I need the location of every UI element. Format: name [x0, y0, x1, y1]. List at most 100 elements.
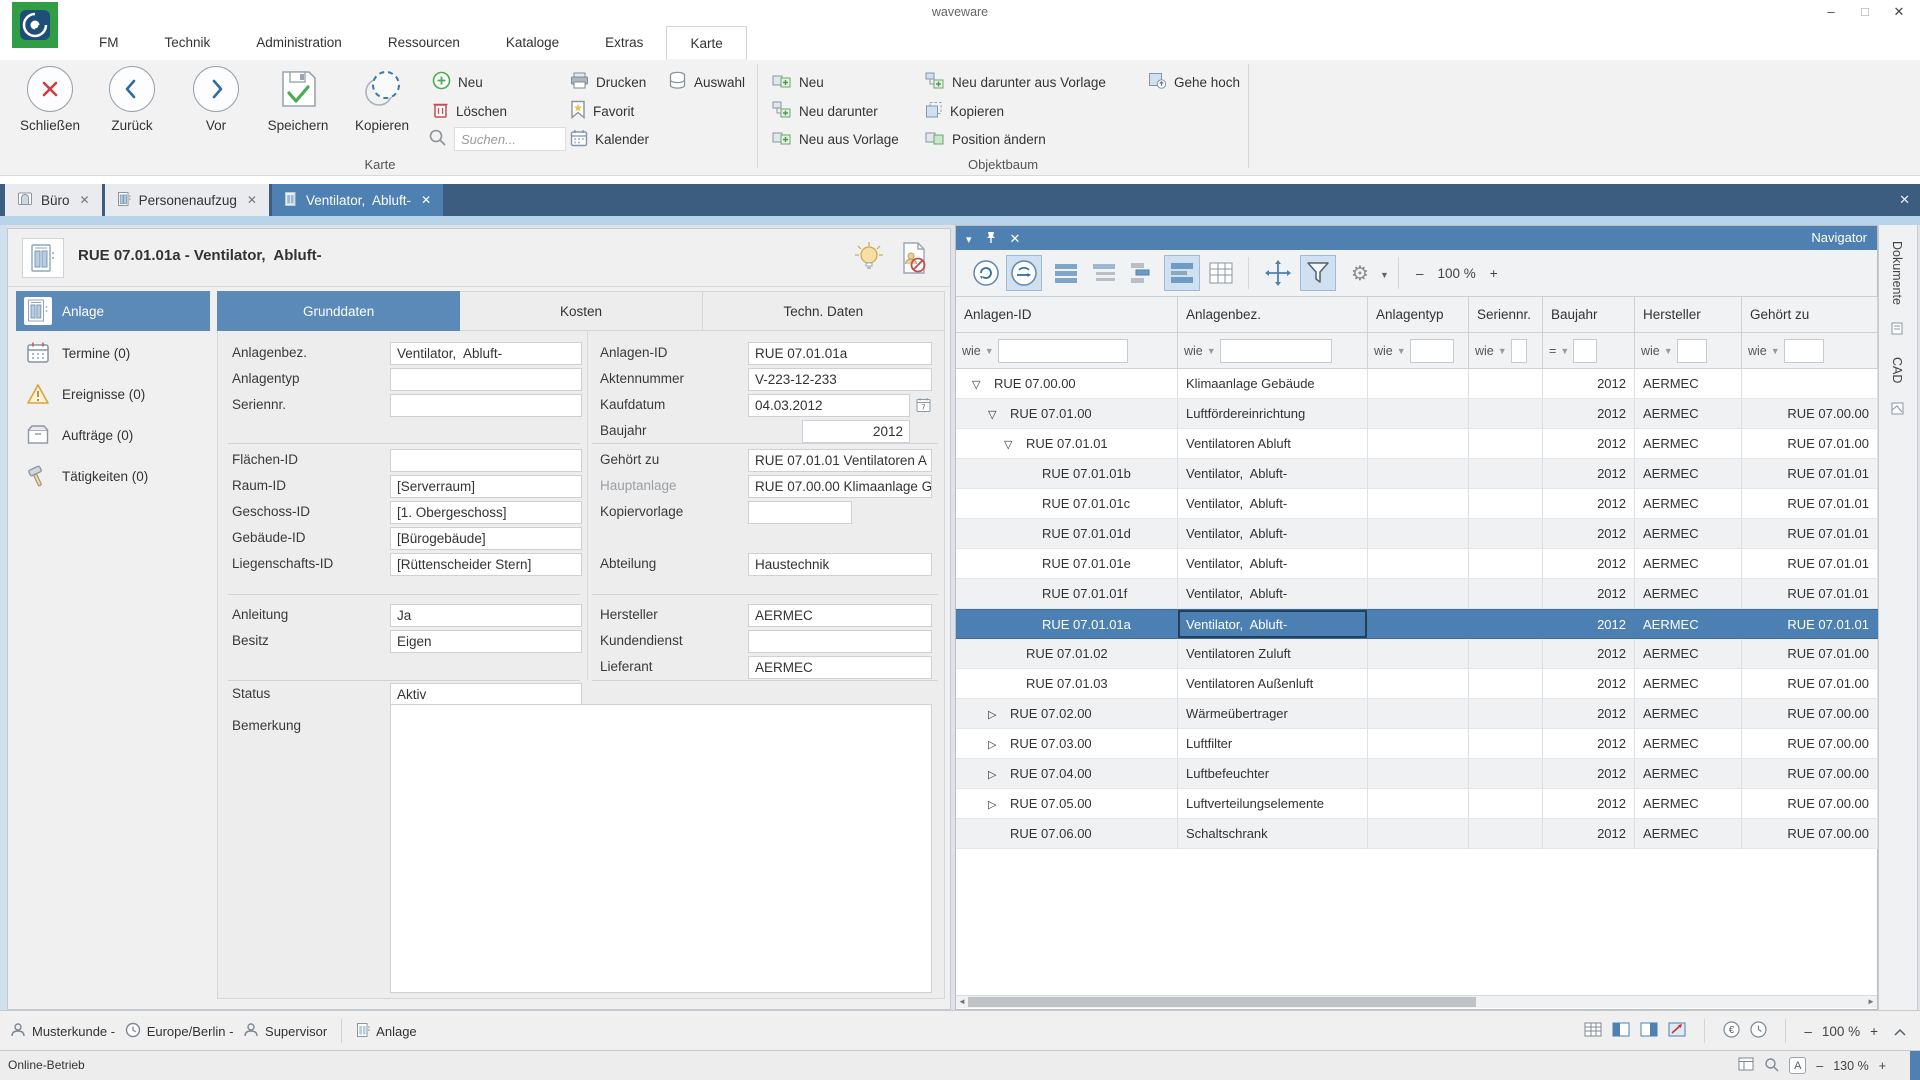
cell-seriennr[interactable] — [1469, 669, 1543, 699]
filter-caret-icon[interactable]: ▼ — [1771, 346, 1780, 356]
tree-toggle-icon[interactable]: ▷ — [988, 701, 1010, 729]
cell-baujahr[interactable]: 2012 — [1543, 369, 1635, 399]
collapse-up-icon[interactable] — [1894, 1024, 1906, 1039]
app-zoom-out-button[interactable]: – — [1816, 1059, 1823, 1073]
tree-toggle-icon[interactable]: ▽ — [972, 371, 994, 399]
form-field-aktennummer[interactable]: V-223-12-233 — [748, 368, 932, 391]
refresh-icon[interactable] — [968, 255, 1004, 291]
cell-seriennr[interactable] — [1469, 459, 1543, 489]
cell-anlagentyp[interactable] — [1368, 549, 1469, 579]
cell-geh-rt-zu[interactable]: RUE 07.00.00 — [1742, 789, 1878, 819]
form-field-lieferant[interactable]: AERMEC — [748, 656, 932, 679]
form-field-abteilung[interactable]: Haustechnik — [748, 553, 932, 576]
ribbon-tab-administration[interactable]: Administration — [233, 26, 365, 60]
tree-toggle-icon[interactable]: ▷ — [988, 791, 1010, 819]
filter-input-anlagentyp[interactable] — [1410, 339, 1454, 363]
filter-operator[interactable]: wie — [1184, 344, 1203, 358]
close-tab-icon[interactable]: ✕ — [247, 193, 257, 207]
cell-seriennr[interactable] — [1469, 819, 1543, 849]
cell-seriennr[interactable] — [1469, 519, 1543, 549]
clock-icon[interactable] — [1750, 1021, 1767, 1041]
cell-baujahr[interactable]: 2012 — [1543, 609, 1635, 639]
documents-icon[interactable] — [1890, 321, 1905, 339]
cell-geh-rt-zu[interactable]: RUE 07.01.01 — [1742, 579, 1878, 609]
form-field-kopiervorlage[interactable] — [748, 501, 852, 524]
column-header-seriennr[interactable]: Seriennr. — [1469, 297, 1543, 333]
ribbon-tab-technik[interactable]: Technik — [142, 26, 234, 60]
cell-baujahr[interactable]: 2012 — [1543, 759, 1635, 789]
document-blocked-icon[interactable] — [900, 241, 928, 278]
cell-geh-rt-zu[interactable]: RUE 07.00.00 — [1742, 729, 1878, 759]
cell-hersteller[interactable]: AERMEC — [1635, 669, 1742, 699]
resize-corner[interactable] — [1910, 1051, 1920, 1080]
tree-toggle-icon[interactable]: ▽ — [988, 401, 1010, 429]
filter-input-seriennr[interactable] — [1511, 339, 1527, 363]
form-field-bemerkung-textarea[interactable] — [390, 704, 932, 993]
filter-caret-icon[interactable]: ▼ — [1207, 346, 1216, 356]
cell-anlagenbez[interactable]: Ventilator, Abluft- — [1178, 489, 1368, 519]
cell-geh-rt-zu[interactable]: RUE 07.00.00 — [1742, 759, 1878, 789]
cell-anlagentyp[interactable] — [1368, 669, 1469, 699]
form-field-baujahr[interactable]: 2012 — [802, 420, 910, 443]
cell-anlagentyp[interactable] — [1368, 369, 1469, 399]
schliessen-button[interactable]: Schließen — [10, 66, 90, 133]
gear-caret-icon[interactable]: ▼ — [1380, 270, 1389, 280]
filter-input-anlagenbez[interactable] — [1220, 339, 1332, 363]
cell-anlagentyp[interactable] — [1368, 639, 1469, 669]
cell-hersteller[interactable]: AERMEC — [1635, 609, 1742, 639]
cell-baujahr[interactable]: 2012 — [1543, 549, 1635, 579]
form-field-raum-id[interactable]: [Serverraum] — [390, 475, 582, 498]
cell-anlagentyp[interactable] — [1368, 609, 1469, 639]
cell-seriennr[interactable] — [1469, 369, 1543, 399]
cell-anlagenbez[interactable]: Ventilator, Abluft- — [1178, 549, 1368, 579]
cell-baujahr[interactable]: 2012 — [1543, 669, 1635, 699]
cell-geh-rt-zu[interactable]: RUE 07.01.01 — [1742, 609, 1878, 639]
navigator-row-rue-07-01-01c[interactable]: RUE 07.01.01c — [956, 489, 1178, 519]
navigator-row-rue-07-01-03[interactable]: RUE 07.01.03 — [956, 669, 1178, 699]
cell-hersteller[interactable]: AERMEC — [1635, 459, 1742, 489]
filter-caret-icon[interactable]: ▼ — [985, 346, 994, 356]
cell-geh-rt-zu[interactable]: RUE 07.01.01 — [1742, 489, 1878, 519]
navigator-row-rue-07-01-01[interactable]: ▽RUE 07.01.01 — [956, 429, 1178, 459]
cell-baujahr[interactable]: 2012 — [1543, 729, 1635, 759]
cell-anlagenbez[interactable]: Schaltschrank — [1178, 819, 1368, 849]
loeschen-button[interactable]: Löschen — [432, 99, 507, 123]
font-size-icon[interactable]: A — [1789, 1057, 1806, 1074]
navigator-row-rue-07-06-00[interactable]: RUE 07.06.00 — [956, 819, 1178, 849]
cell-baujahr[interactable]: 2012 — [1543, 489, 1635, 519]
cell-geh-rt-zu[interactable]: RUE 07.01.00 — [1742, 669, 1878, 699]
form-field-geschoss-id[interactable]: [1. Obergeschoss] — [390, 501, 582, 524]
tab-techn-daten[interactable]: Techn. Daten — [703, 291, 945, 331]
filter-caret-icon[interactable]: ▼ — [1397, 346, 1406, 356]
pages-icon[interactable] — [1738, 1057, 1754, 1074]
filter-operator[interactable]: wie — [1748, 344, 1767, 358]
tab-kosten[interactable]: Kosten — [460, 291, 702, 331]
cell-seriennr[interactable] — [1469, 759, 1543, 789]
filter-operator[interactable]: = — [1549, 344, 1556, 358]
app-logo-icon[interactable] — [12, 2, 58, 48]
column-header-anlagentyp[interactable]: Anlagentyp — [1368, 297, 1469, 333]
objektbaum-kopieren-button[interactable]: Kopieren — [925, 99, 1004, 123]
settings-gear-icon[interactable]: ⚙ — [1342, 255, 1378, 291]
neu-button[interactable]: Neu — [432, 70, 483, 94]
close-panel-icon[interactable]: ✕ — [1010, 231, 1021, 247]
cell-hersteller[interactable]: AERMEC — [1635, 699, 1742, 729]
filter-operator[interactable]: wie — [1475, 344, 1494, 358]
navigator-row-rue-07-04-00[interactable]: ▷RUE 07.04.00 — [956, 759, 1178, 789]
cell-anlagentyp[interactable] — [1368, 789, 1469, 819]
cell-anlagentyp[interactable] — [1368, 489, 1469, 519]
cell-anlagenbez[interactable]: Luftbefeuchter — [1178, 759, 1368, 789]
sidebar-item-auftraege[interactable]: Aufträge (0) — [16, 415, 210, 455]
cell-hersteller[interactable]: AERMEC — [1635, 549, 1742, 579]
cell-anlagentyp[interactable] — [1368, 399, 1469, 429]
cell-anlagentyp[interactable] — [1368, 819, 1469, 849]
scroll-right-icon[interactable]: ► — [1865, 996, 1877, 1008]
filter-operator[interactable]: wie — [1641, 344, 1660, 358]
tree-view-icon[interactable] — [1124, 255, 1160, 291]
fit-view-icon[interactable] — [1260, 255, 1296, 291]
close-tab-icon[interactable]: ✕ — [421, 193, 431, 207]
column-header-hersteller[interactable]: Hersteller — [1635, 297, 1742, 333]
cell-anlagentyp[interactable] — [1368, 729, 1469, 759]
cell-geh-rt-zu[interactable]: RUE 07.01.01 — [1742, 459, 1878, 489]
cell-anlagenbez[interactable]: Ventilatoren Abluft — [1178, 429, 1368, 459]
